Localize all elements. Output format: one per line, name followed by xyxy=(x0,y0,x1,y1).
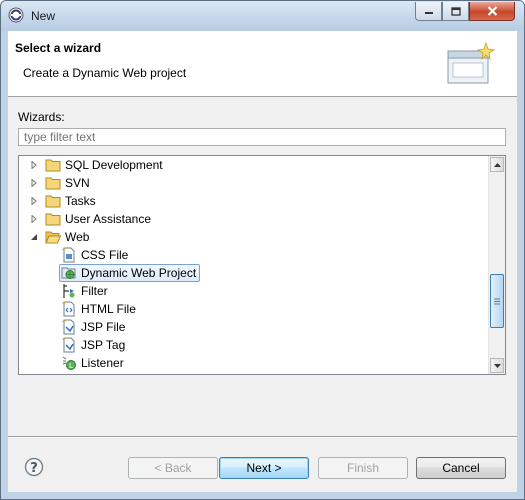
tree-item-label: CSS File xyxy=(81,248,129,262)
tree-item-svn[interactable]: SVN xyxy=(29,174,90,192)
tree-item-label: User Assistance xyxy=(65,212,152,226)
selection-highlight[interactable]: Dynamic Web Project xyxy=(59,264,201,282)
new-wizard-dialog: New Select a wizard Create a Dynamic Web… xyxy=(0,0,525,500)
folder-open-icon xyxy=(45,229,61,245)
minimize-button[interactable] xyxy=(415,2,442,21)
wizards-label: Wizards: xyxy=(18,110,65,124)
folder-icon xyxy=(45,175,61,191)
finish-button[interactable]: Finish xyxy=(318,457,408,479)
tree-item-label: Tasks xyxy=(65,194,96,208)
tree-item-label: Filter xyxy=(81,284,108,298)
title-bar[interactable]: New xyxy=(1,1,524,31)
maximize-button[interactable] xyxy=(442,2,469,21)
back-button[interactable]: < Back xyxy=(128,457,218,479)
scroll-down-button[interactable] xyxy=(490,358,504,373)
tree-item-html-file[interactable]: HTML File xyxy=(61,300,136,318)
eclipse-icon xyxy=(8,7,24,23)
wizard-tree: SQL Development SVN Tasks User Assistanc… xyxy=(18,155,506,375)
help-icon[interactable]: ? xyxy=(24,457,44,477)
html-file-icon xyxy=(61,301,77,317)
tree-item-label: SVN xyxy=(65,176,90,190)
arrow-up-icon xyxy=(493,162,501,167)
tree-item-jsp-file[interactable]: JSP File xyxy=(61,318,125,336)
listener-icon: L xyxy=(61,355,77,371)
tree-item-label: SQL Development xyxy=(65,158,163,172)
tree-item-label: JSP Tag xyxy=(81,338,126,352)
tree-item-filter[interactable]: Filter xyxy=(61,282,108,300)
grip-icon xyxy=(494,298,500,304)
filter-input[interactable] xyxy=(18,128,506,146)
tree-scrollbar[interactable] xyxy=(488,156,505,374)
dialog-client-area: Select a wizard Create a Dynamic Web pro… xyxy=(8,31,517,492)
arrow-down-icon xyxy=(493,363,501,368)
minimize-icon xyxy=(424,12,433,14)
tree-item-tasks[interactable]: Tasks xyxy=(29,192,96,210)
folder-icon xyxy=(45,193,61,209)
header-description: Create a Dynamic Web project xyxy=(23,66,187,80)
expand-arrow-icon[interactable] xyxy=(29,160,39,170)
scroll-thumb[interactable] xyxy=(490,274,504,328)
web-project-icon xyxy=(61,265,77,281)
tree-item-label: JSP File xyxy=(81,320,126,334)
tree-item-jsp-tag[interactable]: JSP Tag xyxy=(61,336,125,354)
folder-icon xyxy=(45,157,61,173)
filter-icon xyxy=(61,283,77,299)
tree-item-sql-development[interactable]: SQL Development xyxy=(29,156,163,174)
jsp-tag-icon xyxy=(61,337,77,353)
new-wizard-banner-icon xyxy=(447,41,496,84)
collapse-arrow-icon[interactable] xyxy=(29,232,39,242)
cancel-button[interactable]: Cancel xyxy=(416,457,506,479)
tree-item-web[interactable]: Web xyxy=(29,228,89,246)
maximize-icon xyxy=(450,6,461,16)
tree-item-dynamic-web-project[interactable]: Dynamic Web Project xyxy=(59,264,201,282)
folder-icon xyxy=(45,211,61,227)
close-button[interactable] xyxy=(469,2,515,21)
scroll-up-button[interactable] xyxy=(490,157,504,172)
close-icon xyxy=(487,6,497,16)
svg-text:?: ? xyxy=(30,461,38,476)
tree-item-css-file[interactable]: CSS File xyxy=(61,246,128,264)
tree-item-label: Listener xyxy=(81,356,124,370)
wizard-header: Select a wizard Create a Dynamic Web pro… xyxy=(8,31,517,97)
expand-arrow-icon[interactable] xyxy=(29,196,39,206)
tree-item-label: Web xyxy=(65,230,90,244)
tree-item-user-assistance[interactable]: User Assistance xyxy=(29,210,151,228)
tree-item-label: Dynamic Web Project xyxy=(81,266,197,280)
tree-item-listener[interactable]: L Listener xyxy=(61,354,124,372)
expand-arrow-icon[interactable] xyxy=(29,178,39,188)
tree-item-label: HTML File xyxy=(81,302,136,316)
svg-text:L: L xyxy=(69,362,73,370)
next-button[interactable]: Next > xyxy=(219,457,309,479)
jsp-file-icon xyxy=(61,319,77,335)
window-title: New xyxy=(31,9,56,23)
button-bar-separator xyxy=(8,436,517,438)
css-file-icon xyxy=(61,247,77,263)
expand-arrow-icon[interactable] xyxy=(29,214,39,224)
header-title: Select a wizard xyxy=(15,41,102,55)
